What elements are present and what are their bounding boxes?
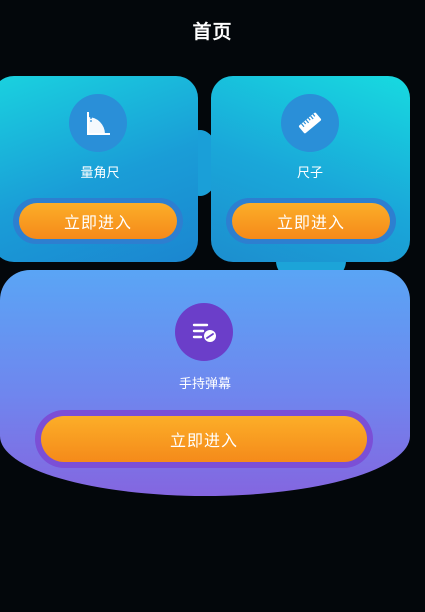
ruler-icon (281, 94, 339, 152)
enter-button-barrage-frame: 立即进入 (35, 410, 373, 468)
enter-button-ruler[interactable]: 立即进入 (232, 203, 390, 239)
enter-button-protractor-frame: 立即进入 (13, 198, 183, 244)
enter-button-barrage[interactable]: 立即进入 (41, 416, 367, 462)
barrage-icon (175, 303, 233, 361)
enter-button-protractor[interactable]: 立即进入 (19, 203, 177, 239)
card-label-barrage: 手持弹幕 (178, 377, 231, 392)
page-title: 首页 (192, 21, 233, 43)
enter-button-ruler-frame: 立即进入 (226, 198, 396, 244)
protractor-icon (69, 94, 127, 152)
card-label-ruler: 尺子 (296, 166, 323, 181)
card-label-protractor: 量角尺 (80, 166, 120, 181)
